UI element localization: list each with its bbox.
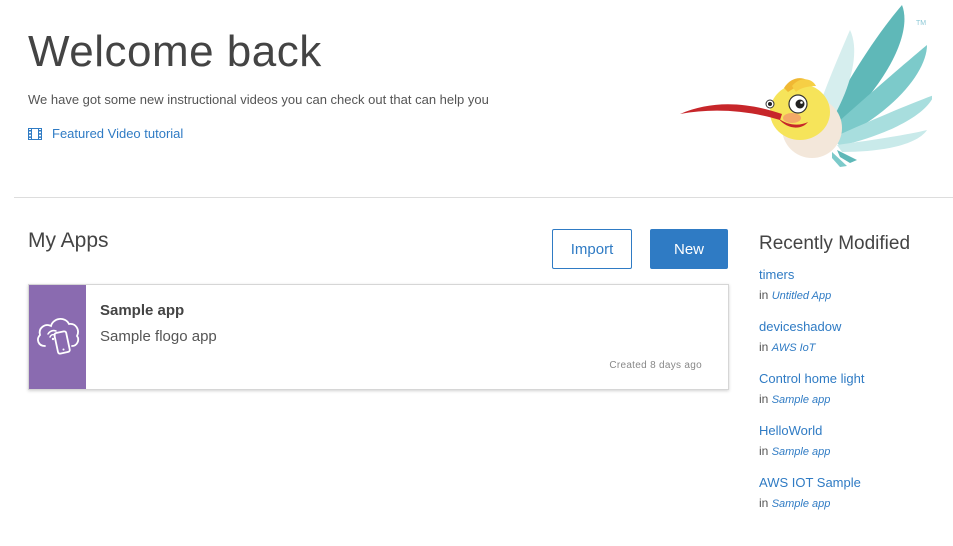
recent-app-link[interactable]: Sample app bbox=[772, 394, 831, 406]
app-icon-tile bbox=[29, 285, 86, 389]
trademark-symbol: TM bbox=[916, 20, 927, 27]
recent-item: HelloWorld in Sample app bbox=[759, 422, 949, 474]
recent-app-link[interactable]: AWS IoT bbox=[772, 342, 816, 354]
hummingbird-logo bbox=[680, 5, 932, 167]
in-label: in bbox=[759, 496, 769, 510]
app-description: Sample flogo app bbox=[100, 328, 217, 345]
recent-item: timers in Untitled App bbox=[759, 266, 949, 318]
featured-video-link[interactable]: Featured Video tutorial bbox=[28, 126, 183, 141]
app-card[interactable]: Sample app Sample flogo app Created 8 da… bbox=[28, 284, 729, 390]
welcome-banner: Welcome back We have got some new instru… bbox=[0, 0, 953, 198]
recently-modified-title: Recently Modified bbox=[759, 233, 911, 254]
in-label: in bbox=[759, 444, 769, 458]
recently-modified-panel: Recently Modified timers in Untitled App… bbox=[759, 232, 949, 526]
new-app-button[interactable]: New bbox=[650, 229, 728, 269]
welcome-subtitle: We have got some new instructional video… bbox=[28, 92, 489, 107]
recent-app-link[interactable]: Sample app bbox=[772, 498, 831, 510]
recent-flow-link[interactable]: deviceshadow bbox=[759, 318, 949, 336]
in-label: in bbox=[759, 392, 769, 406]
recent-item: AWS IOT Sample in Sample app bbox=[759, 474, 949, 526]
recent-flow-link[interactable]: AWS IOT Sample bbox=[759, 474, 949, 492]
recent-flow-link[interactable]: timers bbox=[759, 266, 949, 284]
recent-item: deviceshadow in AWS IoT bbox=[759, 318, 949, 370]
in-label: in bbox=[759, 288, 769, 302]
app-created-date: Created 8 days ago bbox=[609, 360, 702, 371]
cloud-mobile-icon bbox=[35, 310, 81, 365]
recent-app-link[interactable]: Untitled App bbox=[772, 290, 832, 302]
in-label: in bbox=[759, 340, 769, 354]
featured-video-label: Featured Video tutorial bbox=[52, 126, 184, 141]
recent-flow-link[interactable]: HelloWorld bbox=[759, 422, 949, 440]
recent-item: Control home light in Sample app bbox=[759, 370, 949, 422]
recent-flow-link[interactable]: Control home light bbox=[759, 370, 949, 388]
welcome-title: Welcome back bbox=[28, 27, 322, 76]
app-name: Sample app bbox=[100, 302, 185, 319]
my-apps-title: My Apps bbox=[28, 229, 109, 252]
import-button[interactable]: Import bbox=[552, 229, 632, 269]
recent-app-link[interactable]: Sample app bbox=[772, 446, 831, 458]
section-divider bbox=[14, 197, 953, 198]
film-icon bbox=[28, 127, 42, 140]
